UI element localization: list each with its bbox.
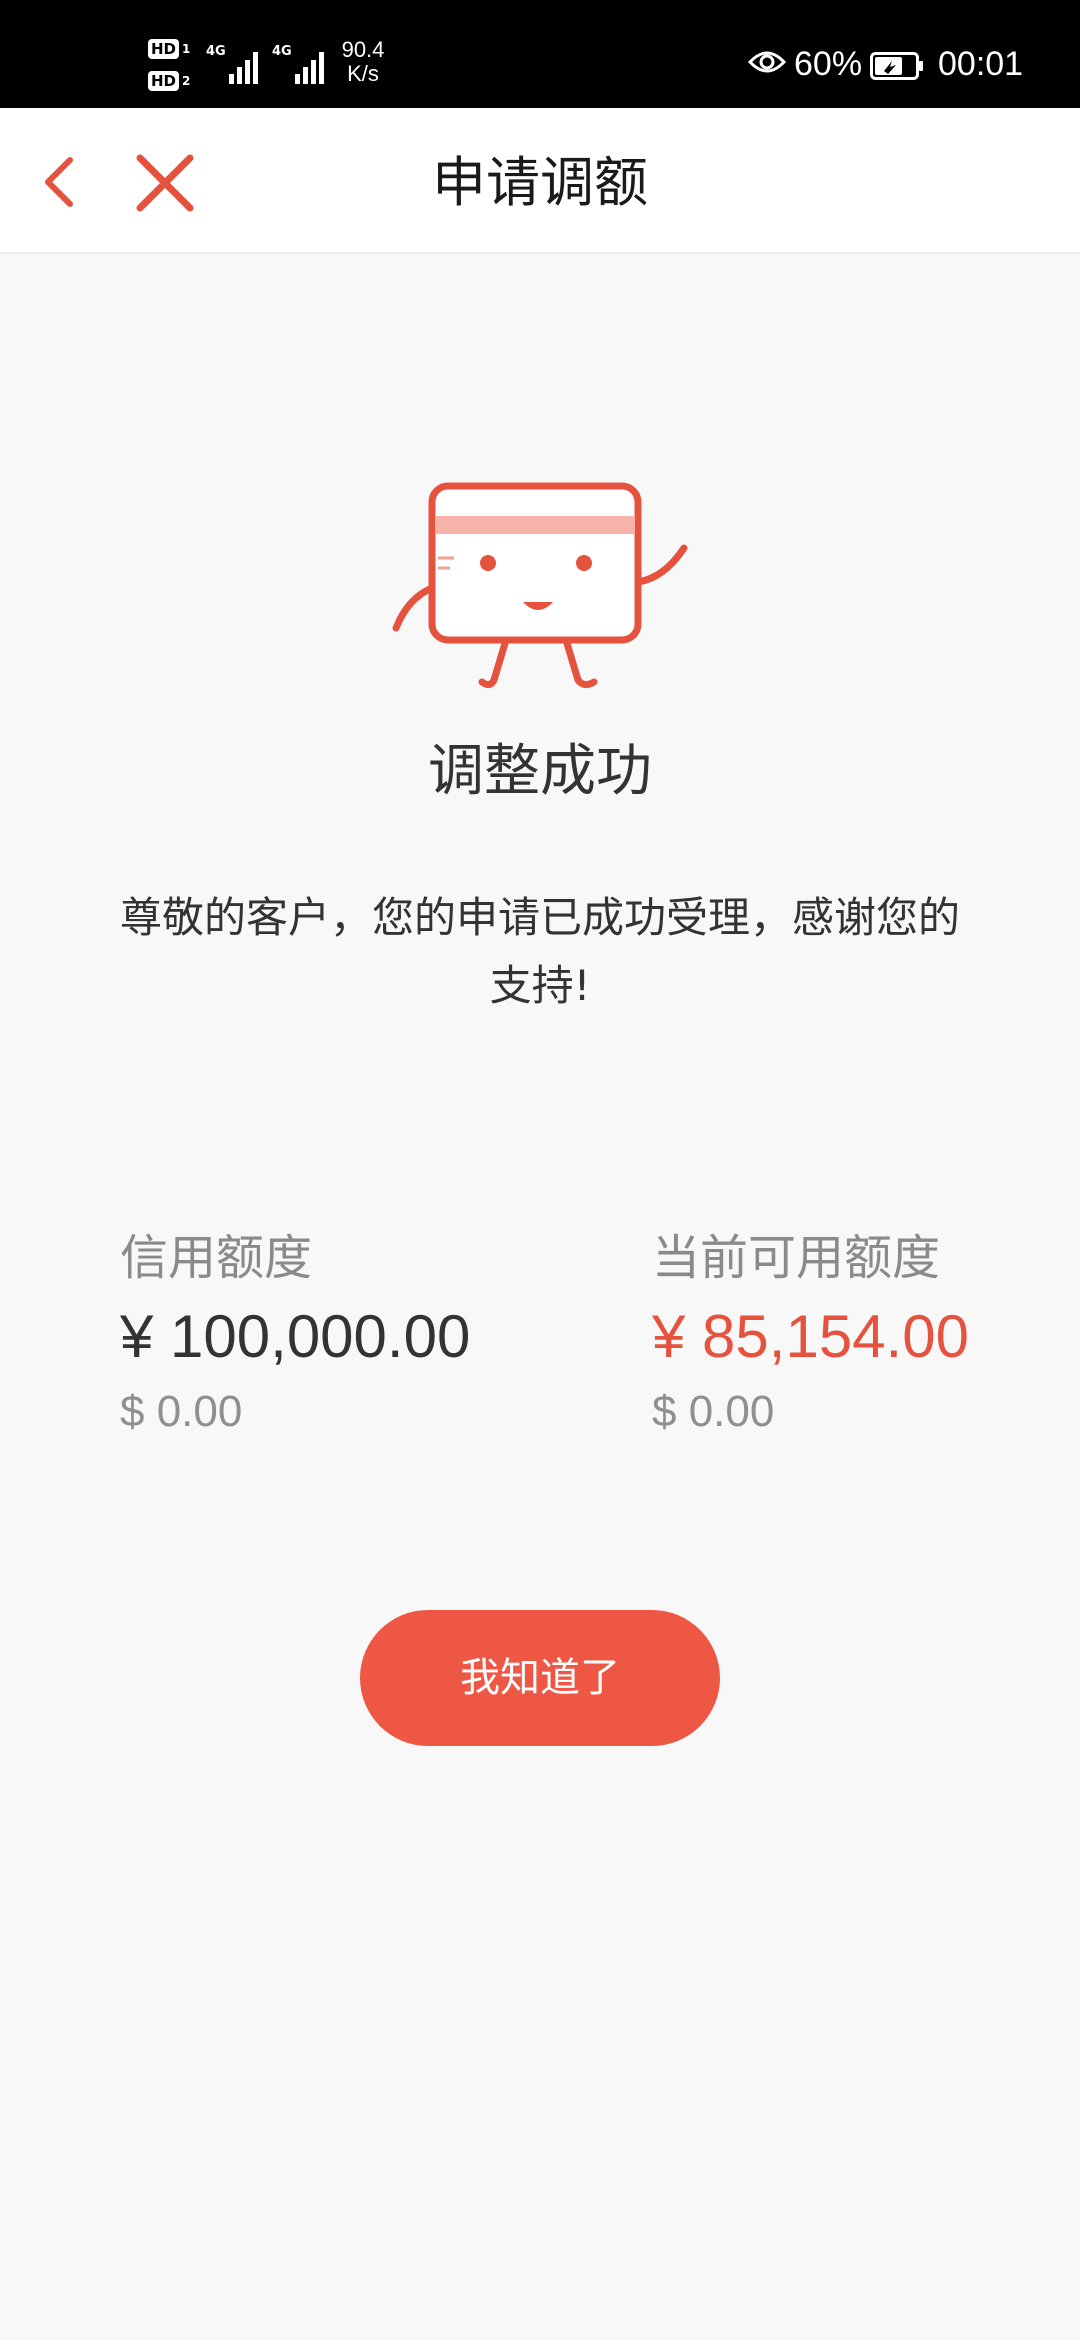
signal-icon-1: 4G	[206, 44, 258, 84]
network-speed-unit: K/s	[347, 61, 379, 86]
battery-icon	[870, 52, 923, 80]
network-type-2: 4G	[272, 44, 292, 59]
credit-limit-cny: ¥ 100,000.00	[120, 1303, 471, 1370]
clock: 00:01	[938, 45, 1024, 83]
result-title: 调整成功	[428, 739, 652, 804]
sim1-index: 1	[182, 42, 191, 56]
status-bar: HD 1 HD 2 4G 4G 90.4 K/s 60% 00:01	[0, 0, 1080, 108]
credit-limit-block: 信用额度 ¥ 100,000.00 $ 0.00	[120, 1218, 470, 1450]
hd-badge-2: HD	[148, 71, 180, 91]
confirm-button[interactable]: 我知道了	[360, 1610, 720, 1746]
signal-icon-2: 4G	[272, 44, 324, 84]
sim1-badge: HD 1	[148, 36, 196, 62]
network-speed: 90.4 K/s	[338, 38, 388, 86]
sim2-badge: HD 2	[148, 68, 196, 94]
credit-limit-usd: $ 0.00	[120, 1387, 243, 1436]
available-limit-usd: $ 0.00	[652, 1387, 775, 1436]
network-speed-value: 90.4	[341, 37, 385, 62]
card-mascot-icon	[392, 482, 688, 689]
sim-indicators: HD 1 HD 2	[148, 36, 196, 96]
result-message: 尊敬的客户，您的申请已成功受理，感谢您的支持!	[119, 893, 960, 1010]
available-limit-block: 当前可用额度 ¥ 85,154.00 $ 0.00	[652, 1218, 969, 1450]
battery-percent: 60%	[794, 45, 863, 83]
sim2-index: 2	[182, 74, 191, 88]
network-type-1: 4G	[206, 44, 226, 59]
page-title: 申请调额	[432, 151, 648, 214]
credit-limit-label: 信用额度	[120, 1230, 313, 1286]
hd-badge-1: HD	[148, 39, 180, 59]
available-limit-cny: ¥ 85,154.00	[652, 1303, 969, 1370]
available-limit-label: 当前可用额度	[652, 1230, 941, 1286]
nav-bar: 申请调额	[0, 108, 1080, 254]
eye-icon	[748, 51, 786, 73]
